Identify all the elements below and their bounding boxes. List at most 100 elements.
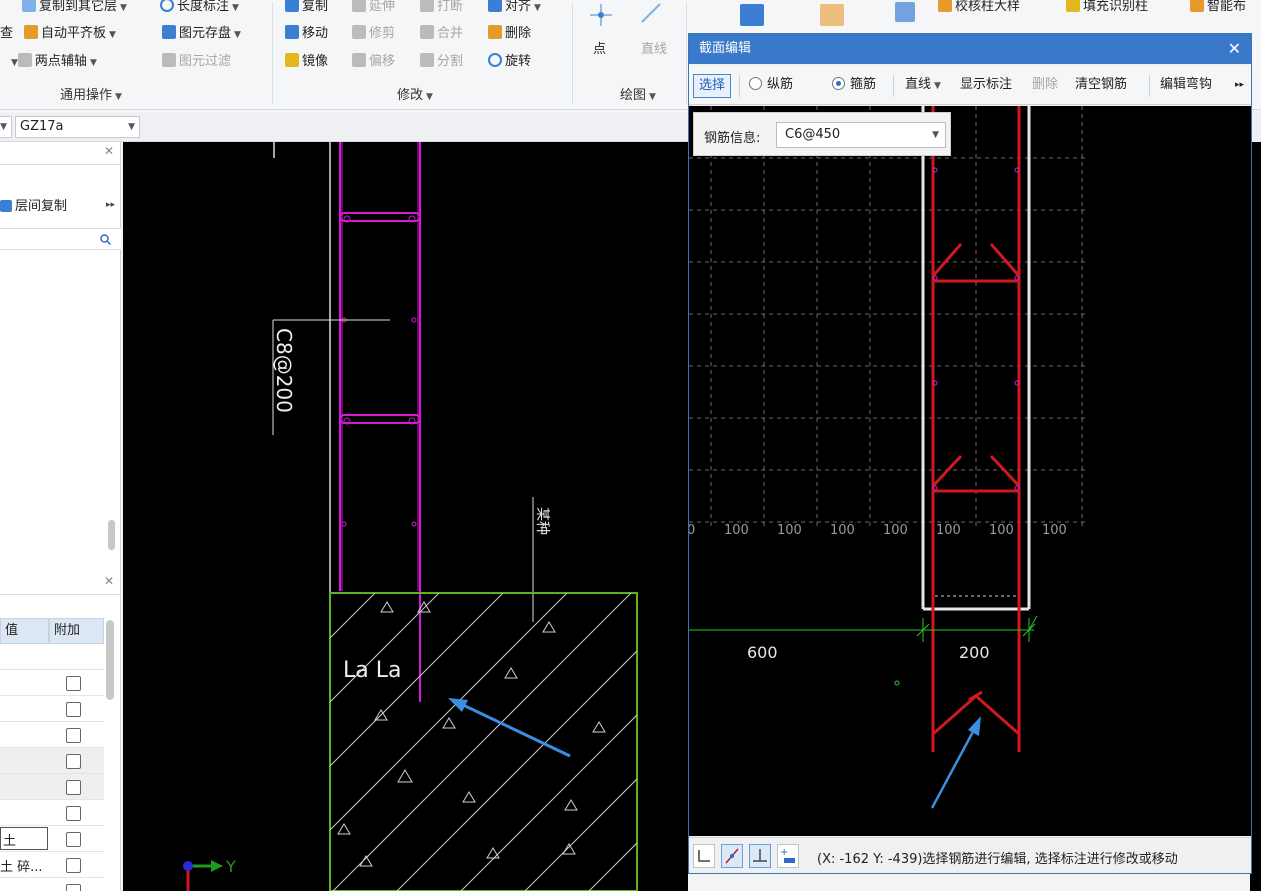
break-button[interactable]: 打断 xyxy=(420,0,463,17)
component-toolbar: ▼ GZ17a ▼ xyxy=(0,112,688,142)
split-button[interactable]: 分割 xyxy=(420,52,463,72)
merge-icon xyxy=(420,25,434,39)
delete-button[interactable]: 删除 xyxy=(488,24,531,44)
chevron-down-icon: ▼ xyxy=(649,92,656,102)
chevron-down-icon: ▼ xyxy=(109,30,116,40)
close-icon[interactable]: ✕ xyxy=(104,574,114,588)
align-button[interactable]: 对齐 ▼ xyxy=(488,0,541,17)
chevron-down-icon: ▼ xyxy=(11,58,18,68)
checkbox[interactable] xyxy=(66,754,81,769)
close-icon[interactable]: ✕ xyxy=(104,144,114,158)
chevron-down-icon: ▼ xyxy=(934,81,941,91)
radio-icon xyxy=(749,77,762,90)
copy-to-floors-button[interactable]: 复制到其它层 ▼ xyxy=(22,0,127,17)
more-icon[interactable]: ▸▸ xyxy=(106,200,115,210)
offset-icon xyxy=(352,53,366,67)
check-button[interactable]: 查 xyxy=(0,24,13,44)
clear-rebar-button[interactable]: 清空钢筋 xyxy=(1075,75,1127,95)
table-row xyxy=(0,774,104,800)
perpendicular-toggle[interactable] xyxy=(749,844,771,868)
component-select[interactable]: GZ17a ▼ xyxy=(15,116,140,138)
line-button[interactable]: 直线 xyxy=(641,40,667,60)
copy-button[interactable]: 复制 xyxy=(285,0,328,17)
cell-editor[interactable]: 土 xyxy=(0,827,48,850)
checkbox[interactable] xyxy=(66,728,81,743)
check-column-detail-button[interactable]: 校核柱大样 xyxy=(938,0,1020,17)
dim-left[interactable]: 600 xyxy=(747,643,778,662)
snap-toggle[interactable] xyxy=(721,844,743,868)
dimension-lines[interactable] xyxy=(689,615,1038,642)
group-modify-label[interactable]: 修改 ▼ xyxy=(397,84,433,103)
chevron-down-icon: ▼ xyxy=(234,30,241,40)
move-button[interactable]: 移动 xyxy=(285,24,328,44)
dim-width[interactable]: 200 xyxy=(959,643,990,662)
close-icon[interactable]: ✕ xyxy=(1228,34,1241,64)
floor-copy-button[interactable]: 层间复制 xyxy=(0,196,67,218)
anchor-length-label: La La xyxy=(343,658,401,683)
drawing-canvas[interactable]: C8@200 某种 La La Y xyxy=(123,142,688,891)
smart-layout-button[interactable]: 智能布 xyxy=(1190,0,1246,17)
concrete-foundation[interactable] xyxy=(329,592,688,891)
merge-button[interactable]: 合并 xyxy=(420,24,463,44)
checkbox[interactable] xyxy=(66,884,81,891)
more-icon[interactable]: ▸▸ xyxy=(1235,75,1244,95)
checkbox[interactable] xyxy=(66,832,81,847)
scrollbar-thumb[interactable] xyxy=(106,620,114,700)
break-icon xyxy=(420,0,434,12)
table-row xyxy=(0,722,104,748)
length-annotation-button[interactable]: 长度标注 ▼ xyxy=(160,0,239,17)
group-draw-label[interactable]: 绘图 ▼ xyxy=(620,84,656,103)
point-icon xyxy=(590,4,612,26)
radio-checked-icon xyxy=(832,77,845,90)
ortho-icon xyxy=(698,850,710,862)
offset-button[interactable]: 偏移 xyxy=(352,52,395,72)
line-dropdown[interactable]: 直线 ▼ xyxy=(905,75,941,96)
type-dropdown[interactable]: ▼ xyxy=(0,116,12,138)
delete-button[interactable]: 删除 xyxy=(1032,75,1058,95)
element-save-button[interactable]: 图元存盘 ▼ xyxy=(162,24,241,44)
checkbox[interactable] xyxy=(66,676,81,691)
rotate-button[interactable]: 旋转 xyxy=(488,52,531,72)
mirror-button[interactable]: 镜像 xyxy=(285,52,328,72)
search-input[interactable] xyxy=(0,228,121,250)
fill-identify-column-button[interactable]: 填充识别柱 xyxy=(1066,0,1148,17)
table-row xyxy=(0,670,104,696)
divider xyxy=(0,594,121,595)
dynamic-input-toggle[interactable]: + xyxy=(777,844,799,868)
column-detail-icon xyxy=(740,4,764,26)
table-row xyxy=(0,878,104,891)
identify-icon xyxy=(820,4,844,26)
section-canvas[interactable]: 0 100 100 100 100 100 100 100 600 200 钢筋… xyxy=(689,106,1251,836)
rebar-info-select[interactable]: C6@450 ▼ xyxy=(776,122,946,148)
stirrup-radio[interactable]: 箍筋 xyxy=(832,75,876,95)
floor-copy-icon xyxy=(0,200,12,212)
copy-floors-icon xyxy=(22,0,36,12)
group-general-label[interactable]: 通用操作 ▼ xyxy=(60,84,122,103)
extend-button[interactable]: 延伸 xyxy=(352,0,395,17)
column-icon xyxy=(895,2,915,22)
point-button[interactable]: 点 xyxy=(593,40,606,60)
element-filter-button[interactable]: 图元过滤 xyxy=(162,52,231,72)
edit-hook-button[interactable]: 编辑弯钩 xyxy=(1160,75,1212,95)
show-annotation-button[interactable]: 显示标注 xyxy=(960,75,1012,95)
snap-icon xyxy=(725,848,739,864)
scrollbar-thumb[interactable] xyxy=(108,520,115,550)
auto-flush-slab-button[interactable]: 自动平齐板 ▼ xyxy=(24,24,116,44)
ribbon-separator xyxy=(686,2,687,104)
svg-text:+: + xyxy=(780,847,788,858)
side-note: 某种 xyxy=(534,507,550,535)
longitudinal-radio[interactable]: 纵筋 xyxy=(749,75,793,95)
toolbar-separator xyxy=(739,75,740,97)
checkbox[interactable] xyxy=(66,780,81,795)
checkbox[interactable] xyxy=(66,858,81,873)
two-point-axis-button[interactable]: ▼ 两点辅轴 ▼ xyxy=(8,52,97,72)
select-button[interactable]: 选择 xyxy=(693,74,731,98)
ortho-toggle[interactable] xyxy=(693,844,715,868)
section-drawing: 0 100 100 100 100 100 100 100 600 200 xyxy=(689,106,1089,809)
status-text: (X: -162 Y: -439)选择钢筋进行编辑, 选择标注进行修改或移动 xyxy=(817,852,1178,867)
trim-button[interactable]: 修剪 xyxy=(352,24,395,44)
checkbox[interactable] xyxy=(66,702,81,717)
checkbox[interactable] xyxy=(66,806,81,821)
column-rebar[interactable] xyxy=(339,142,421,702)
table-row xyxy=(0,696,104,722)
